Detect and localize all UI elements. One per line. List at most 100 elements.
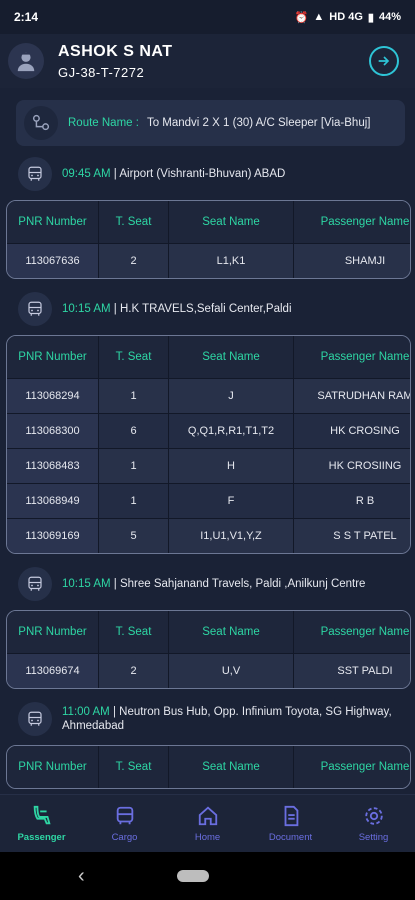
passenger-cell: SHAMJI bbox=[294, 243, 410, 278]
stop-text: 10:15 AM | H.K TRAVELS,Sefali Center,Pal… bbox=[62, 302, 292, 316]
bus-icon bbox=[18, 292, 52, 326]
stop-time: 10:15 AM bbox=[62, 303, 111, 315]
pnr-cell: 113068949 bbox=[7, 483, 99, 518]
seat-name-header: Seat Name bbox=[169, 201, 294, 243]
driver-name: ASHOK S NAT bbox=[58, 42, 173, 60]
pnr-cell: 113069674 bbox=[7, 653, 99, 688]
battery-level: 44% bbox=[378, 11, 401, 23]
passenger-cell: HK CROSIING bbox=[294, 448, 410, 483]
passenger-cell: SST PALDI bbox=[294, 653, 410, 688]
seat-cell: 1 bbox=[99, 483, 169, 518]
home-gesture-pill[interactable] bbox=[176, 870, 209, 882]
battery-icon: ▮ bbox=[367, 11, 374, 24]
passenger-header: Passenger Name bbox=[294, 611, 410, 653]
seat-header: T. Seat bbox=[99, 746, 169, 788]
system-nav-bar: ‹ bbox=[0, 852, 415, 900]
network-label: HD 4G bbox=[329, 11, 363, 23]
passenger-table: PNR Number T. Seat Seat Name Passenger N… bbox=[6, 200, 411, 279]
table-row[interactable]: 113067636 2 L1,K1 SHAMJI bbox=[7, 243, 410, 278]
nav-passenger[interactable]: Passenger bbox=[0, 795, 83, 852]
seat-name-cell: U,V bbox=[169, 653, 294, 688]
passenger-table: PNR Number T. Seat Seat Name Passenger N… bbox=[6, 610, 411, 689]
pnr-cell: 113069169 bbox=[7, 518, 99, 553]
stop-place: | Shree Sahjanand Travels, Paldi ,Anilku… bbox=[113, 578, 366, 590]
document-icon bbox=[284, 805, 298, 827]
pnr-header: PNR Number bbox=[7, 746, 99, 788]
table-row[interactable]: 113068300 6 Q,Q1,R,R1,T1,T2 HK CROSING bbox=[7, 413, 410, 448]
pnr-cell: 113067636 bbox=[7, 243, 99, 278]
nav-label: Setting bbox=[358, 832, 389, 843]
route-icon bbox=[24, 106, 58, 140]
logout-button[interactable] bbox=[369, 46, 399, 76]
passenger-cell: HK CROSING bbox=[294, 413, 410, 448]
table-row[interactable]: 113068949 1 F R B bbox=[7, 483, 410, 518]
passenger-cell: R B bbox=[294, 483, 410, 518]
stop-section: 11:00 AM | Neutron Bus Hub, Opp. Infiniu… bbox=[0, 697, 415, 789]
stop-text: 10:15 AM | Shree Sahjanand Travels, Pald… bbox=[62, 577, 365, 591]
seat-name-cell: J bbox=[169, 378, 294, 413]
stop-header: 09:45 AM | Airport (Vishranti-Bhuvan) AB… bbox=[0, 152, 415, 196]
pnr-cell: 113068300 bbox=[7, 413, 99, 448]
stop-time: 11:00 AM bbox=[62, 706, 110, 718]
bottom-nav: Passenger Cargo Home Document Setting bbox=[0, 794, 415, 852]
driver-avatar bbox=[8, 43, 44, 79]
stop-time: 09:45 AM bbox=[62, 168, 111, 180]
pnr-cell: 113068483 bbox=[7, 448, 99, 483]
pnr-header: PNR Number bbox=[7, 611, 99, 653]
passenger-cell: S S T PATEL bbox=[294, 518, 410, 553]
table-header-row: PNR Number T. Seat Seat Name Passenger N… bbox=[7, 746, 410, 788]
bus-icon bbox=[18, 157, 52, 191]
seat-header: T. Seat bbox=[99, 611, 169, 653]
seat-cell: 5 bbox=[99, 518, 169, 553]
nav-document[interactable]: Document bbox=[249, 795, 332, 852]
pnr-cell: 113068294 bbox=[7, 378, 99, 413]
nav-label: Passenger bbox=[17, 832, 66, 843]
driver-icon bbox=[17, 52, 35, 72]
table-header-row: PNR Number T. Seat Seat Name Passenger N… bbox=[7, 611, 410, 653]
stop-time: 10:15 AM bbox=[62, 578, 111, 590]
seat-cell: 6 bbox=[99, 413, 169, 448]
seat-name-header: Seat Name bbox=[169, 611, 294, 653]
route-name: To Mandvi 2 X 1 (30) A/C Sleeper [Via-Bh… bbox=[146, 117, 371, 129]
passenger-cell: SATRUDHAN RAM bbox=[294, 378, 410, 413]
bus-icon bbox=[18, 567, 52, 601]
nav-setting[interactable]: Setting bbox=[332, 795, 415, 852]
seat-cell: 1 bbox=[99, 378, 169, 413]
stop-header: 10:15 AM | H.K TRAVELS,Sefali Center,Pal… bbox=[0, 287, 415, 331]
status-icons: ⏰ ▲ HD 4G ▮ 44% bbox=[295, 11, 401, 24]
app-header: ASHOK S NAT GJ-38-T-7272 bbox=[0, 34, 415, 88]
passenger-header: Passenger Name bbox=[294, 336, 410, 378]
seat-header: T. Seat bbox=[99, 336, 169, 378]
nav-label: Document bbox=[268, 832, 313, 843]
passenger-icon bbox=[33, 805, 51, 825]
seat-header: T. Seat bbox=[99, 201, 169, 243]
table-row[interactable]: 113069674 2 U,V SST PALDI bbox=[7, 653, 410, 688]
table-header-row: PNR Number T. Seat Seat Name Passenger N… bbox=[7, 336, 410, 378]
stop-section: 09:45 AM | Airport (Vishranti-Bhuvan) AB… bbox=[0, 152, 415, 279]
passenger-header: Passenger Name bbox=[294, 201, 410, 243]
seat-name-cell: H bbox=[169, 448, 294, 483]
nav-home[interactable]: Home bbox=[166, 795, 249, 852]
table-row[interactable]: 113068294 1 J SATRUDHAN RAM bbox=[7, 378, 410, 413]
logout-icon bbox=[378, 56, 390, 66]
alarm-icon: ⏰ bbox=[294, 11, 309, 24]
stop-text: 09:45 AM | Airport (Vishranti-Bhuvan) AB… bbox=[62, 167, 285, 181]
nav-cargo[interactable]: Cargo bbox=[83, 795, 166, 852]
pnr-header: PNR Number bbox=[7, 201, 99, 243]
stops-list[interactable]: 09:45 AM | Airport (Vishranti-Bhuvan) AB… bbox=[0, 152, 415, 794]
table-row[interactable]: 113069169 5 I1,U1,V1,Y,Z S S T PATEL bbox=[7, 518, 410, 553]
cargo-icon bbox=[116, 806, 133, 825]
seat-name-cell: I1,U1,V1,Y,Z bbox=[169, 518, 294, 553]
table-header-row: PNR Number T. Seat Seat Name Passenger N… bbox=[7, 201, 410, 243]
seat-name-header: Seat Name bbox=[169, 336, 294, 378]
stop-place: | Airport (Vishranti-Bhuvan) ABAD bbox=[113, 168, 286, 180]
back-icon[interactable]: ‹ bbox=[78, 865, 85, 888]
seat-cell: 2 bbox=[99, 653, 169, 688]
vehicle-number: GJ-38-T-7272 bbox=[58, 64, 145, 80]
table-row[interactable]: 113068483 1 H HK CROSIING bbox=[7, 448, 410, 483]
home-icon bbox=[198, 806, 217, 826]
bus-icon bbox=[18, 702, 52, 736]
stop-section: 10:15 AM | H.K TRAVELS,Sefali Center,Pal… bbox=[0, 287, 415, 554]
passenger-table: PNR Number T. Seat Seat Name Passenger N… bbox=[6, 745, 411, 789]
stop-header: 11:00 AM | Neutron Bus Hub, Opp. Infiniu… bbox=[0, 697, 415, 741]
